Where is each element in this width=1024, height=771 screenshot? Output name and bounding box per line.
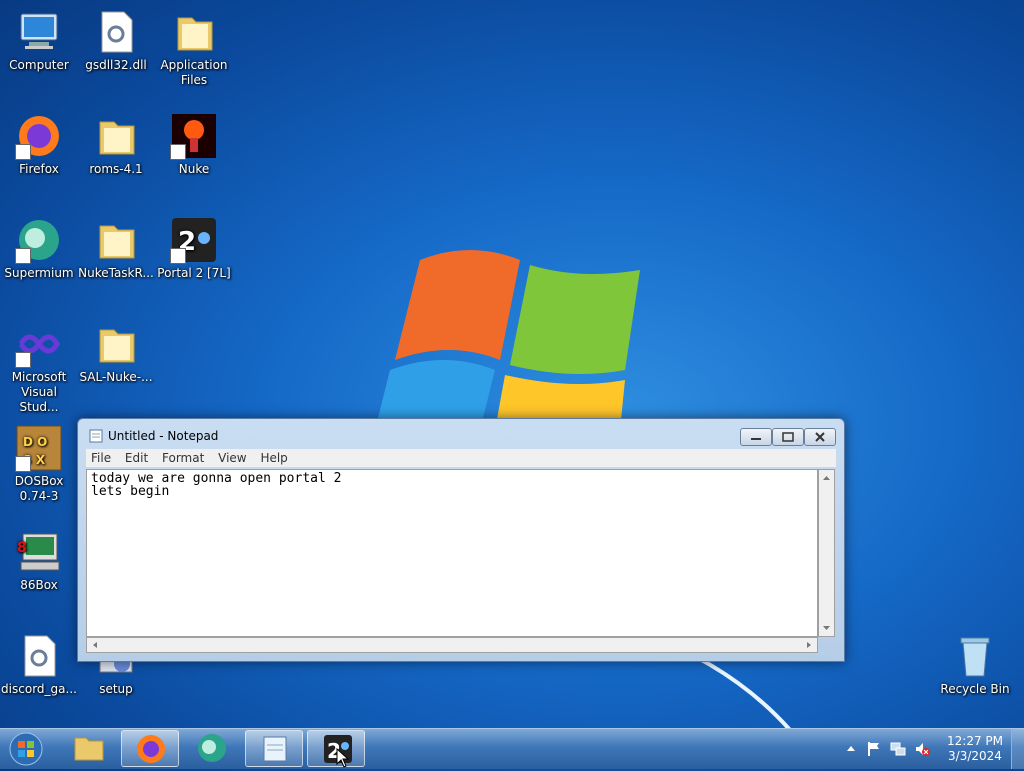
taskbar-explorer[interactable] bbox=[60, 730, 118, 767]
menu-view[interactable]: View bbox=[213, 449, 251, 467]
dll-file-icon bbox=[92, 8, 140, 56]
nuke-icon bbox=[170, 112, 218, 160]
text-editor-area[interactable]: today we are gonna open portal 2 lets be… bbox=[86, 469, 818, 637]
visual-studio-icon bbox=[15, 320, 63, 368]
desktop-icon-nuke[interactable]: Nuke bbox=[155, 112, 233, 177]
taskbar: 2 12:27 PM 3/3/2024 bbox=[0, 728, 1024, 769]
mouse-cursor-icon bbox=[336, 748, 350, 768]
taskbar-firefox[interactable] bbox=[121, 730, 179, 767]
windows-explorer-icon bbox=[74, 737, 104, 761]
firefox-icon bbox=[137, 735, 165, 763]
menu-bar: File Edit Format View Help bbox=[86, 449, 836, 467]
desktop-icon-visual-studio[interactable]: Microsoft Visual Stud... bbox=[0, 320, 78, 415]
shortcut-arrow-icon bbox=[170, 144, 186, 160]
desktop-icon-application-files[interactable]: Application Files bbox=[155, 8, 233, 88]
menu-edit[interactable]: Edit bbox=[120, 449, 153, 467]
vertical-scrollbar[interactable] bbox=[818, 469, 835, 637]
desktop-icon-sal-nuke[interactable]: SAL-Nuke-... bbox=[77, 320, 155, 385]
menu-file[interactable]: File bbox=[86, 449, 116, 467]
svg-text:D O: D O bbox=[23, 435, 47, 449]
clock-date: 3/3/2024 bbox=[948, 749, 1002, 763]
horizontal-scrollbar[interactable] bbox=[86, 637, 818, 653]
dosbox-icon: D OS X bbox=[15, 424, 63, 472]
window-title: Untitled - Notepad bbox=[108, 429, 219, 443]
supermium-icon bbox=[198, 734, 226, 762]
system-clock[interactable]: 12:27 PM 3/3/2024 bbox=[940, 734, 1010, 764]
86box-icon: 8 bbox=[15, 528, 63, 576]
desktop-icon-discord-ga[interactable]: discord_ga... bbox=[0, 632, 78, 697]
show-desktop-button[interactable] bbox=[1011, 729, 1024, 769]
desktop-icon-computer[interactable]: Computer bbox=[0, 8, 78, 73]
menu-format[interactable]: Format bbox=[157, 449, 209, 467]
shortcut-arrow-icon bbox=[15, 352, 31, 368]
show-hidden-icons-icon[interactable] bbox=[846, 743, 856, 753]
folder-icon bbox=[92, 320, 140, 368]
shortcut-arrow-icon bbox=[15, 144, 31, 160]
computer-icon bbox=[15, 8, 63, 56]
notepad-window[interactable]: Untitled - Notepad File Edit Format View… bbox=[77, 418, 845, 662]
desktop-icon-roms[interactable]: roms-4.1 bbox=[77, 112, 155, 177]
action-center-flag-icon[interactable] bbox=[866, 741, 882, 757]
taskbar-notepad[interactable] bbox=[245, 730, 303, 767]
desktop-icon-recycle-bin[interactable]: Recycle Bin bbox=[936, 632, 1014, 697]
desktop-icon-supermium[interactable]: Supermium bbox=[0, 216, 78, 281]
network-icon[interactable] bbox=[890, 741, 906, 757]
start-button[interactable] bbox=[4, 731, 48, 767]
notepad-icon bbox=[263, 736, 287, 762]
folder-icon bbox=[92, 216, 140, 264]
folder-icon bbox=[92, 112, 140, 160]
desktop-icon-dosbox[interactable]: D OS X DOSBox 0.74-3 bbox=[0, 424, 78, 504]
dll-file-icon bbox=[15, 632, 63, 680]
desktop-icon-gsdll32[interactable]: gsdll32.dll bbox=[77, 8, 155, 73]
notepad-icon bbox=[89, 429, 103, 443]
shortcut-arrow-icon bbox=[15, 456, 31, 472]
desktop-icon-86box[interactable]: 8 86Box bbox=[0, 528, 78, 593]
folder-icon bbox=[170, 8, 218, 56]
system-tray: 12:27 PM 3/3/2024 bbox=[840, 729, 1024, 769]
minimize-button[interactable] bbox=[740, 428, 772, 446]
maximize-button[interactable] bbox=[772, 428, 804, 446]
taskbar-supermium[interactable] bbox=[183, 730, 241, 767]
supermium-icon bbox=[15, 216, 63, 264]
volume-muted-icon[interactable] bbox=[914, 741, 930, 757]
windows-logo-wallpaper bbox=[375, 250, 640, 430]
recycle-bin-icon bbox=[951, 632, 999, 680]
close-button[interactable] bbox=[804, 428, 836, 446]
desktop-icon-nuketaskr[interactable]: NukeTaskR... bbox=[77, 216, 155, 281]
desktop-icon-portal2[interactable]: 2 Portal 2 [7L] bbox=[155, 216, 233, 281]
portal2-icon: 2 bbox=[170, 216, 218, 264]
shortcut-arrow-icon bbox=[170, 248, 186, 264]
shortcut-arrow-icon bbox=[15, 248, 31, 264]
menu-help[interactable]: Help bbox=[255, 449, 292, 467]
clock-time: 12:27 PM bbox=[947, 734, 1003, 748]
desktop-icon-firefox[interactable]: Firefox bbox=[0, 112, 78, 177]
firefox-icon bbox=[15, 112, 63, 160]
svg-text:8: 8 bbox=[17, 540, 27, 556]
